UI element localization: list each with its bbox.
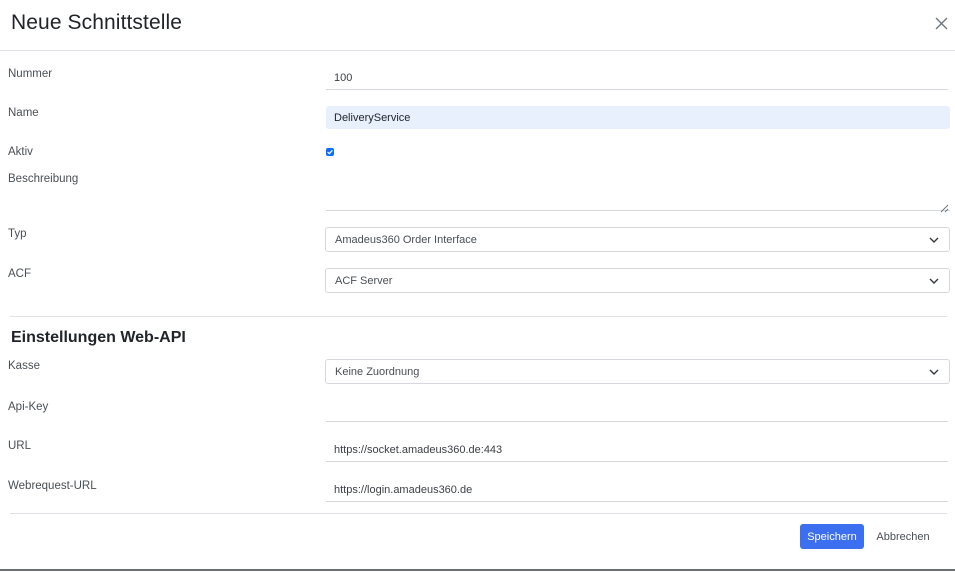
dialog-header: Neue Schnittstelle [0, 0, 955, 51]
dialog: Neue Schnittstelle Nummer Name Aktiv Bes… [0, 0, 955, 571]
acf-selected-value: ACF Server [335, 275, 393, 287]
close-icon[interactable] [934, 16, 949, 31]
chevron-down-icon [929, 369, 939, 375]
footer-divider [10, 513, 947, 514]
nummer-label: Nummer [8, 68, 53, 80]
typ-select[interactable]: Amadeus360 Order Interface [325, 227, 950, 252]
chevron-down-icon [929, 237, 939, 243]
section-divider [10, 316, 947, 317]
save-button[interactable]: Speichern [800, 524, 864, 549]
beschreibung-textarea[interactable] [326, 172, 950, 211]
nummer-input[interactable] [326, 66, 948, 90]
aktiv-label: Aktiv [8, 146, 33, 158]
chevron-down-icon [929, 278, 939, 284]
aktiv-checkbox[interactable] [326, 148, 334, 156]
webrequest-url-input[interactable] [326, 478, 948, 502]
typ-label: Typ [8, 228, 27, 240]
api-key-input[interactable] [326, 398, 948, 422]
name-input[interactable] [326, 106, 950, 129]
acf-label: ACF [8, 268, 31, 280]
url-input[interactable] [326, 438, 948, 462]
cancel-button[interactable]: Abbrechen [872, 524, 934, 549]
typ-selected-value: Amadeus360 Order Interface [335, 234, 477, 246]
beschreibung-label: Beschreibung [8, 173, 79, 185]
api-key-label: Api-Key [8, 401, 49, 413]
name-label: Name [8, 107, 39, 119]
kasse-label: Kasse [8, 360, 40, 372]
url-label: URL [8, 440, 32, 452]
kasse-select[interactable]: Keine Zuordnung [325, 359, 950, 384]
web-api-section-title: Einstellungen Web-API [11, 329, 186, 346]
dialog-title: Neue Schnittstelle [11, 11, 183, 34]
webrequest-url-label: Webrequest-URL [8, 480, 97, 492]
kasse-selected-value: Keine Zuordnung [335, 366, 420, 378]
acf-select[interactable]: ACF Server [325, 268, 950, 293]
resize-grip-icon[interactable] [940, 200, 949, 213]
